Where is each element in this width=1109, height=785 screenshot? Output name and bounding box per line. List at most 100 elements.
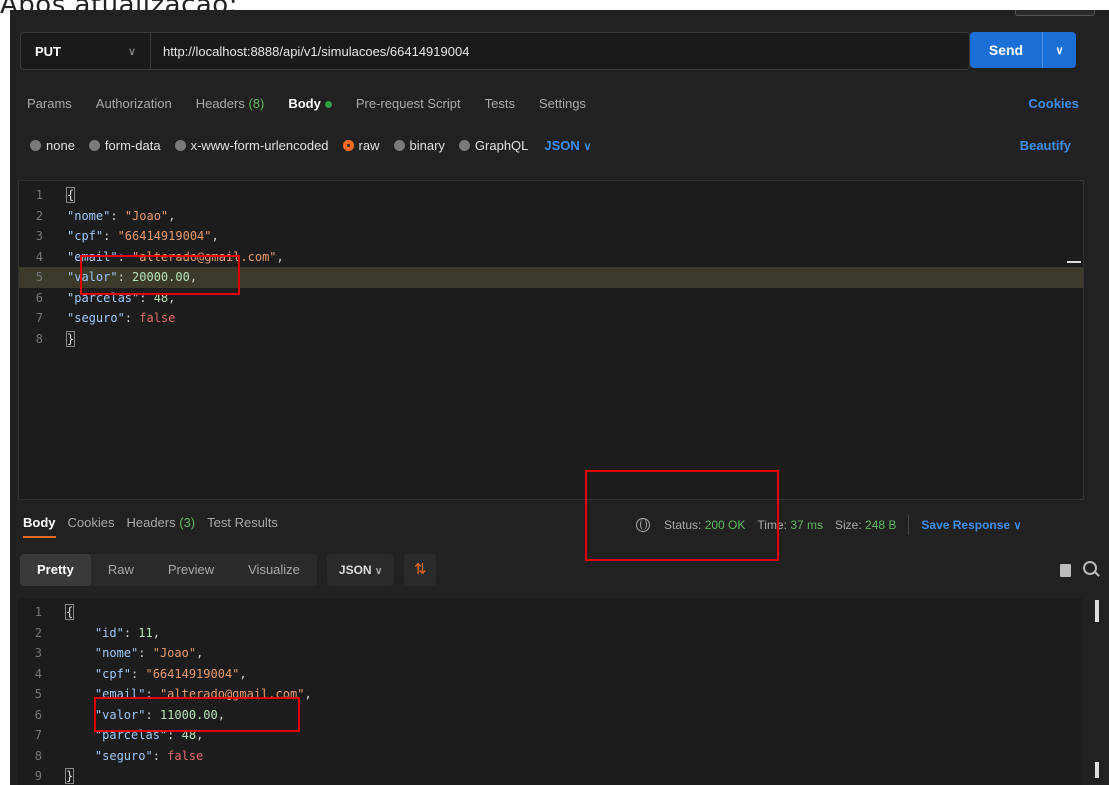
tab-tests[interactable]: Tests — [485, 96, 515, 111]
line-number: 3 — [35, 229, 43, 243]
body-type-urlencoded[interactable]: x-www-form-urlencoded — [174, 138, 329, 153]
body-type-graphql[interactable]: GraphQL — [458, 138, 529, 153]
line-number: 4 — [35, 249, 43, 264]
body-type-label: none — [46, 138, 75, 153]
tab-body-label: Body — [288, 96, 321, 111]
request-tabs: Params Authorization Headers (8) Body Pr… — [27, 96, 610, 111]
line-number: 2 — [34, 625, 42, 640]
line-number: 7 — [35, 311, 43, 325]
request-bar: PUT ∨ http://localhost:8888/api/v1/simul… — [20, 32, 970, 70]
line-number: 6 — [34, 707, 42, 722]
radio-icon — [393, 140, 405, 151]
tab-label: Headers — [126, 515, 176, 530]
response-format-label: JSON — [338, 563, 372, 577]
response-tabs: Body Cookies Headers (3) Test Results — [23, 515, 290, 538]
highlight-box-request-valor — [80, 255, 240, 295]
json-value: "Joao" — [124, 208, 169, 223]
tab-authorization[interactable]: Authorization — [96, 96, 172, 111]
code-line: 2 "id": 11, — [18, 623, 1082, 644]
method-label: PUT — [35, 43, 61, 59]
tab-params[interactable]: Params — [27, 96, 72, 111]
size-metric[interactable]: Size: 248 B — [835, 518, 896, 532]
method-select[interactable]: PUT ∨ — [21, 33, 151, 69]
body-type-label: x-www-form-urlencoded — [190, 138, 329, 153]
json-key: "seguro" — [94, 748, 153, 763]
chevron-down-icon: ∨ — [127, 45, 136, 58]
divider — [908, 515, 910, 535]
line-number: 1 — [35, 188, 43, 202]
copy-icon[interactable] — [1060, 564, 1071, 577]
line-number: 4 — [34, 666, 42, 681]
response-format-select[interactable]: JSON ∨ — [326, 554, 395, 586]
tab-response-body[interactable]: Body — [23, 515, 56, 538]
line-number: 8 — [34, 748, 42, 763]
radio-selected-icon — [342, 140, 354, 151]
body-type-label: GraphQL — [474, 138, 529, 153]
view-preview[interactable]: Preview — [151, 554, 231, 586]
code-line: 3 "cpf": "66414919004", — [19, 226, 1083, 247]
line-number: 7 — [34, 728, 42, 742]
radio-icon — [88, 140, 100, 151]
body-type-label: binary — [409, 138, 445, 153]
code-line: 9} — [18, 766, 1082, 785]
cookies-link[interactable]: Cookies — [1028, 96, 1079, 111]
tab-body[interactable]: Body — [288, 96, 332, 111]
line-number: 8 — [35, 331, 43, 346]
body-type-raw[interactable]: raw — [342, 138, 380, 153]
json-value: false — [139, 311, 176, 325]
save-response-button[interactable]: Save Response ∨ — [921, 518, 1021, 532]
highlight-box-response-valor — [94, 697, 300, 732]
json-key: "nome" — [67, 208, 111, 223]
json-value: "Joao" — [152, 646, 197, 660]
body-type-binary[interactable]: binary — [393, 138, 445, 153]
code-line: 1{ — [19, 185, 1083, 206]
window-control[interactable] — [1015, 10, 1095, 16]
tab-settings[interactable]: Settings — [539, 96, 586, 111]
tab-test-results[interactable]: Test Results — [207, 515, 278, 538]
tab-pre-request-script[interactable]: Pre-request Script — [356, 96, 461, 111]
view-raw[interactable]: Raw — [91, 554, 151, 586]
beautify-button[interactable]: Beautify — [1020, 138, 1071, 153]
tab-headers-count: (8) — [248, 96, 265, 111]
send-button[interactable]: Send ∨ — [970, 32, 1076, 68]
radio-icon — [30, 140, 41, 151]
size-label: Size: — [835, 518, 862, 532]
send-label: Send — [988, 42, 1024, 58]
radio-icon — [174, 140, 186, 151]
send-options-chevron-icon[interactable]: ∨ — [1043, 44, 1076, 57]
body-format-label: JSON — [544, 138, 580, 153]
search-icon[interactable] — [1083, 561, 1097, 575]
body-type-none[interactable]: none — [30, 138, 75, 153]
scrollbar-thumb[interactable] — [1095, 600, 1099, 622]
line-number: 1 — [34, 605, 42, 619]
json-key: "cpf" — [67, 229, 104, 243]
tab-response-cookies[interactable]: Cookies — [68, 515, 115, 538]
tab-count: (3) — [179, 515, 196, 530]
code-text: { — [64, 604, 75, 620]
line-number: 2 — [35, 208, 43, 223]
tab-headers[interactable]: Headers (8) — [196, 96, 265, 111]
response-body-viewer[interactable]: 1{ 2 "id": 11, 3 "nome": "Joao", 4 "cpf"… — [18, 598, 1082, 785]
body-type-form-data[interactable]: form-data — [88, 138, 161, 153]
response-format-bar: Pretty Raw Preview Visualize JSON ∨ ⇅ — [20, 554, 437, 586]
view-pretty[interactable]: Pretty — [20, 554, 91, 586]
wrap-lines-icon[interactable]: ⇅ — [404, 554, 437, 586]
code-line: 4 "cpf": "66414919004", — [18, 664, 1082, 685]
code-line: 8} — [19, 329, 1083, 350]
json-key: "id" — [94, 625, 124, 640]
body-format-select[interactable]: JSON ∨ — [544, 138, 591, 153]
url-input[interactable]: http://localhost:8888/api/v1/simulacoes/… — [151, 44, 469, 59]
body-type-label: form-data — [104, 138, 161, 153]
json-value: "66414919004" — [117, 229, 212, 243]
scrollbar-thumb[interactable] — [1095, 762, 1099, 778]
line-number: 3 — [34, 646, 42, 660]
code-line: 2 "nome": "Joao", — [19, 206, 1083, 227]
code-text: { — [65, 187, 76, 203]
highlight-box-status — [585, 470, 779, 561]
body-type-label: raw — [358, 138, 380, 153]
request-body-editor[interactable]: 1{ 2 "nome": "Joao", 3 "cpf": "66414919004… — [18, 180, 1084, 500]
radio-icon — [458, 140, 470, 151]
line-number: 5 — [35, 270, 43, 284]
view-visualize[interactable]: Visualize — [231, 554, 317, 586]
tab-response-headers[interactable]: Headers (3) — [126, 515, 195, 538]
